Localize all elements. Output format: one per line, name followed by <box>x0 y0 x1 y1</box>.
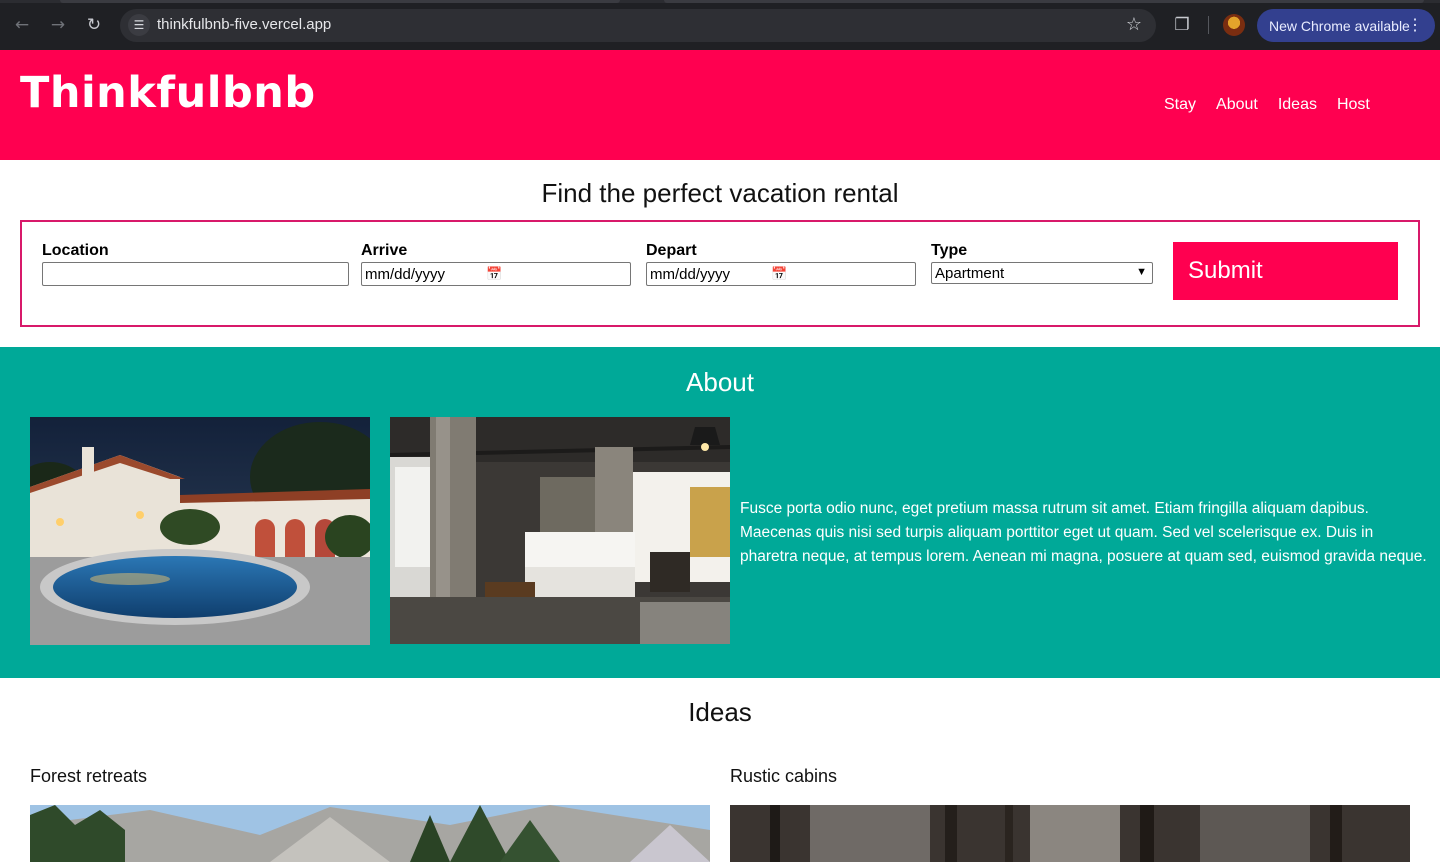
nav-link-stay[interactable]: Stay <box>1164 96 1196 114</box>
loft-bedroom-image <box>390 417 730 644</box>
idea-rustic-cabins-label[interactable]: Rustic cabins <box>730 766 837 787</box>
villa-pool-image <box>30 417 370 645</box>
depart-date-input[interactable]: mm/dd/yyyy 📅 <box>646 262 916 286</box>
rustic-cabins-photo[interactable] <box>730 805 1410 862</box>
depart-field: Depart mm/dd/yyyy 📅 <box>646 242 916 286</box>
site-header: Thinkfulbnb Stay About Ideas Host <box>0 50 1440 160</box>
type-label: Type <box>931 242 968 259</box>
search-form: Location Arrive mm/dd/yyyy 📅 Depart mm/d… <box>20 220 1420 327</box>
reload-button[interactable]: ↻ <box>82 13 106 37</box>
profile-avatar[interactable] <box>1223 14 1245 36</box>
type-field: Type Apartment ▼ <box>931 242 1153 284</box>
type-select[interactable]: Apartment ▼ <box>931 262 1153 284</box>
calendar-icon[interactable]: 📅 <box>486 266 502 282</box>
toolbar-divider <box>1208 16 1209 34</box>
reload-icon: ↻ <box>86 15 102 35</box>
chrome-update-button[interactable]: New Chrome available ⋮ <box>1257 9 1435 42</box>
depart-label: Depart <box>646 242 697 259</box>
puzzle-icon[interactable]: ❐ <box>1170 13 1194 37</box>
tune-icon[interactable]: ☰ <box>128 14 150 36</box>
villa-pool-photo <box>30 417 370 645</box>
forest-retreats-image <box>30 805 710 862</box>
star-icon[interactable]: ☆ <box>1126 14 1142 35</box>
forest-retreats-photo[interactable] <box>30 805 710 862</box>
search-title: Find the perfect vacation rental <box>541 178 899 208</box>
arrow-left-icon: ← <box>14 15 30 35</box>
about-text: Fusce porta odio nunc, eget pretium mass… <box>740 500 1427 565</box>
nav-link-ideas[interactable]: Ideas <box>1278 96 1317 114</box>
location-label: Location <box>42 242 109 259</box>
nav-link-host[interactable]: Host <box>1337 96 1370 114</box>
back-button[interactable]: ← <box>10 13 34 37</box>
forward-button[interactable]: → <box>46 13 70 37</box>
loft-bedroom-photo <box>390 417 730 644</box>
depart-date-value: mm/dd/yyyy <box>650 265 731 283</box>
rustic-cabins-image <box>730 805 1410 862</box>
ideas-title: Ideas <box>688 697 752 727</box>
tab[interactable] <box>60 0 620 3</box>
tab-strip <box>0 0 1440 3</box>
arrive-field: Arrive mm/dd/yyyy 📅 <box>361 242 631 286</box>
submit-button[interactable]: Submit <box>1173 242 1398 300</box>
address-bar[interactable]: ☰ thinkfulbnb-five.vercel.app ☆ <box>120 9 1156 42</box>
type-select-value: Apartment <box>935 264 1005 282</box>
url-text[interactable]: thinkfulbnb-five.vercel.app <box>157 16 331 33</box>
calendar-icon[interactable]: 📅 <box>771 266 787 282</box>
site-logo[interactable]: Thinkfulbnb <box>20 68 316 118</box>
browser-toolbar: ← → ↻ ☰ thinkfulbnb-five.vercel.app ☆ ❐ … <box>0 0 1440 50</box>
main-nav: Stay About Ideas Host <box>1164 96 1370 114</box>
chevron-down-icon: ▼ <box>1136 266 1147 278</box>
location-field: Location <box>42 242 349 286</box>
idea-forest-retreats-label[interactable]: Forest retreats <box>30 766 147 787</box>
update-label: New Chrome available <box>1269 17 1410 34</box>
about-section: About Fusce porta odio nunc, eget pretiu… <box>0 347 1440 678</box>
kebab-icon[interactable]: ⋮ <box>1407 15 1423 35</box>
arrive-date-value: mm/dd/yyyy <box>365 265 446 283</box>
nav-link-about[interactable]: About <box>1216 96 1258 114</box>
arrow-right-icon: → <box>50 15 66 35</box>
about-title: About <box>686 367 754 397</box>
location-input[interactable] <box>42 262 349 286</box>
tab-active[interactable] <box>664 0 1424 3</box>
arrive-date-input[interactable]: mm/dd/yyyy 📅 <box>361 262 631 286</box>
arrive-label: Arrive <box>361 242 408 259</box>
